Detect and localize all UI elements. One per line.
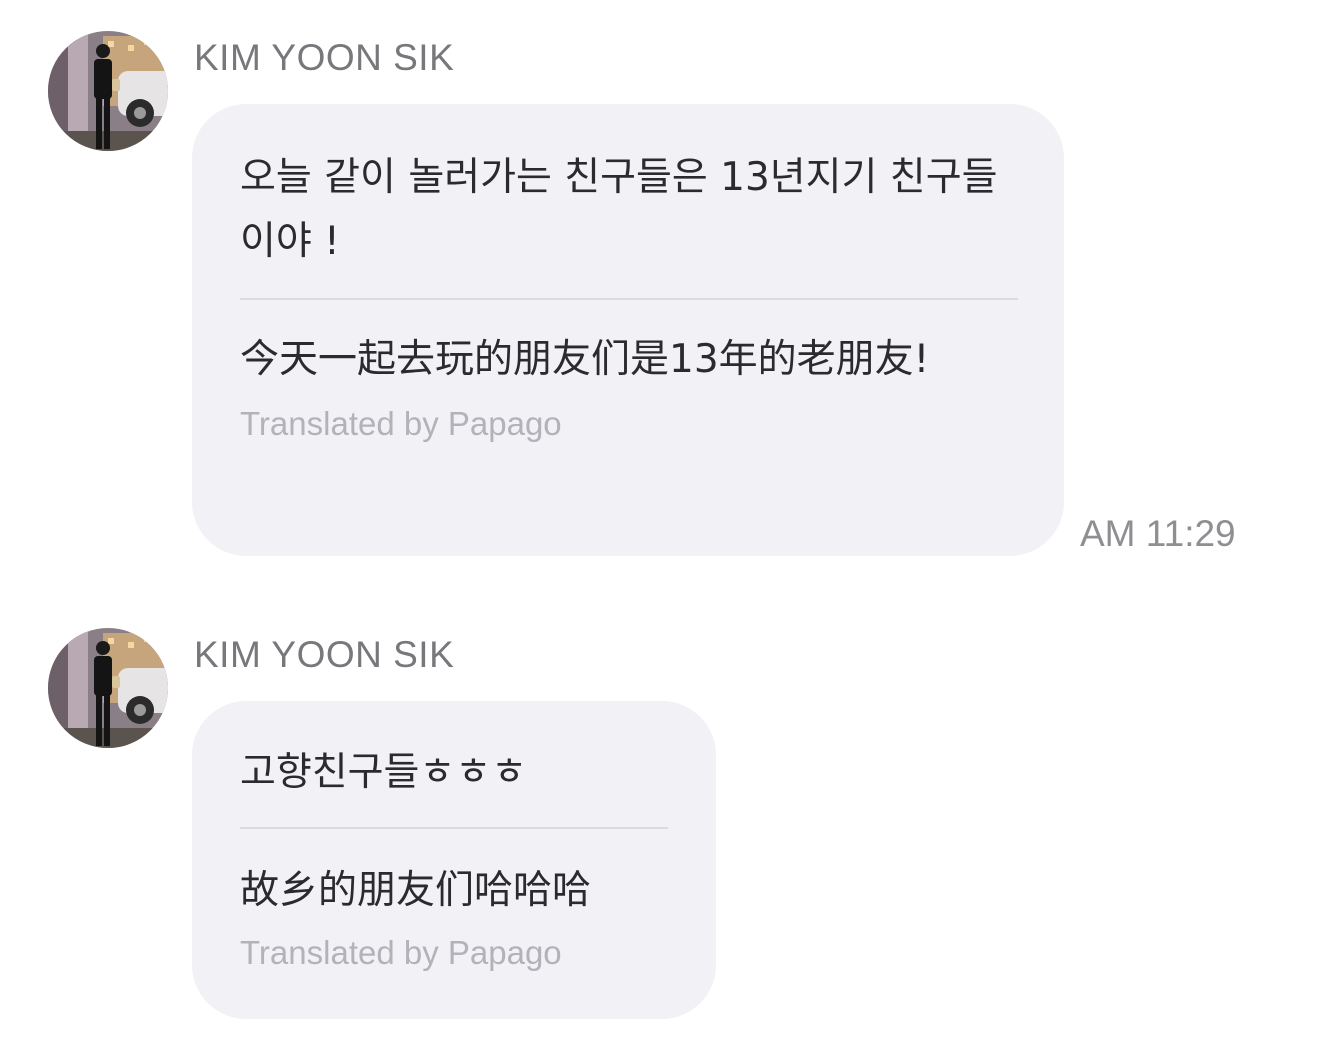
avatar[interactable] xyxy=(48,31,168,151)
message-timestamp: AM 11:29 xyxy=(1080,513,1236,554)
sender-name: KIM YOON SIK xyxy=(194,37,455,78)
message-group: KIM YOON SIK 오늘 같이 놀러가는 친구들은 13년지기 친구들이야… xyxy=(0,0,1320,570)
sender-name: KIM YOON SIK xyxy=(194,634,455,675)
message-bubble[interactable]: 오늘 같이 놀러가는 친구들은 13년지기 친구들이야 ! 今天一起去玩的朋友们… xyxy=(192,104,1064,556)
original-message-text: 오늘 같이 놀러가는 친구들은 13년지기 친구들이야 ! xyxy=(240,155,998,264)
profile-photo-icon xyxy=(48,31,168,151)
translation-credit: Translated by Papago xyxy=(240,405,562,442)
translation-credit: Translated by Papago xyxy=(240,934,562,971)
translation-divider xyxy=(240,298,1018,300)
avatar[interactable] xyxy=(48,628,168,748)
translated-message-text: 故乡的朋友们哈哈哈 xyxy=(240,868,592,913)
original-message-text: 고향친구들ㅎㅎㅎ xyxy=(240,750,528,795)
profile-photo-icon xyxy=(48,628,168,748)
translation-divider xyxy=(240,827,668,829)
translated-message-text: 今天一起去玩的朋友们是13年的老朋友! xyxy=(240,337,930,382)
message-group: KIM YOON SIK 고향친구들ㅎㅎㅎ 故乡的朋友们哈哈哈 Translat… xyxy=(0,597,1320,1037)
message-bubble[interactable]: 고향친구들ㅎㅎㅎ 故乡的朋友们哈哈哈 Translated by Papago xyxy=(192,701,716,1019)
